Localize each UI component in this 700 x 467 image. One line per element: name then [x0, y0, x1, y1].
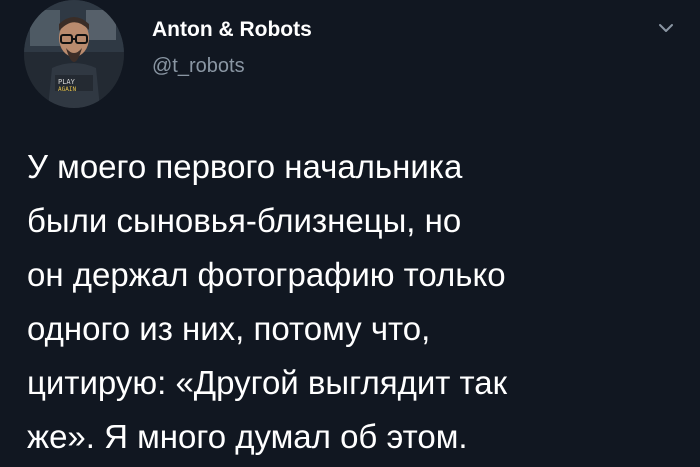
avatar[interactable]: PLAY AGAIN — [24, 0, 124, 108]
svg-text:PLAY: PLAY — [58, 78, 76, 86]
handle[interactable]: @t_robots — [152, 52, 312, 80]
tweet-text: У моего первого начальника были сыновья-… — [27, 148, 508, 455]
tweet-card: PLAY AGAIN Anton & Robots @t_robots У мо… — [0, 0, 700, 467]
author-names: Anton & Robots @t_robots — [152, 15, 312, 80]
display-name[interactable]: Anton & Robots — [152, 15, 312, 45]
chevron-down-icon — [659, 24, 673, 32]
tweet-menu-button[interactable] — [656, 18, 676, 38]
avatar-image: PLAY AGAIN — [24, 0, 124, 108]
tweet-header: PLAY AGAIN Anton & Robots @t_robots — [24, 0, 676, 108]
svg-text:AGAIN: AGAIN — [58, 86, 76, 93]
